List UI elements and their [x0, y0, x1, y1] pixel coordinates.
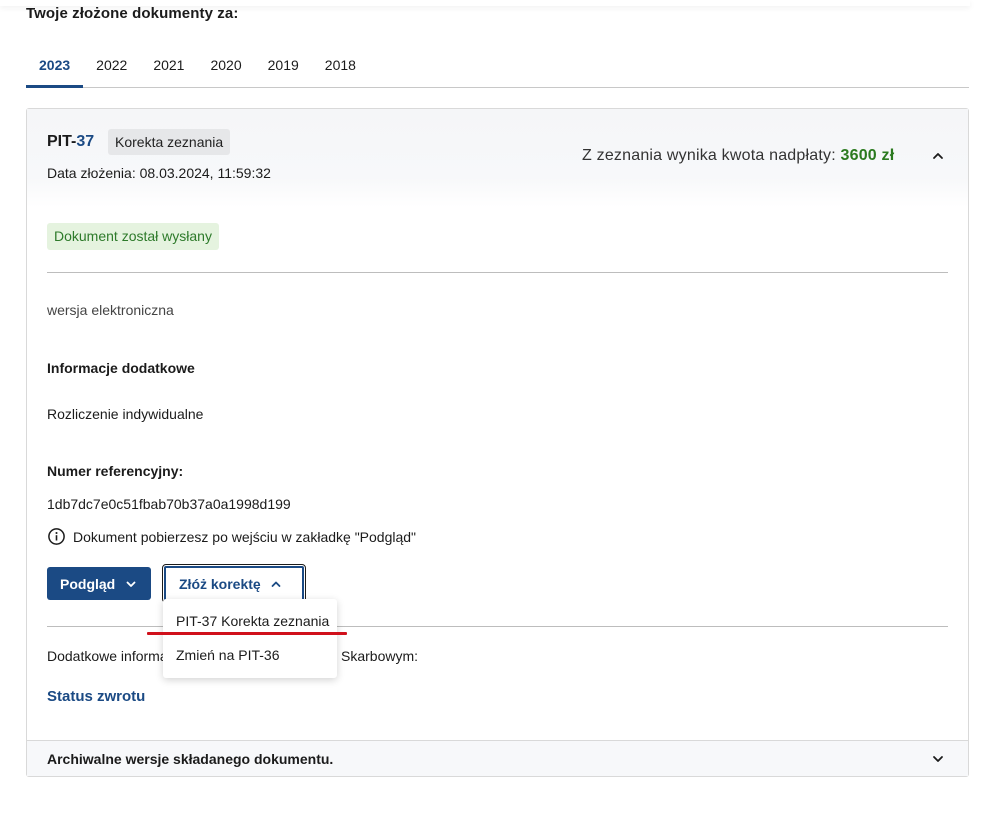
reference-number-label: Numer referencyjny:	[47, 463, 184, 479]
tab-2020[interactable]: 2020	[197, 44, 254, 87]
extra-info-start: Dodatkowe informa	[47, 648, 168, 664]
divider	[47, 272, 948, 273]
tab-2023[interactable]: 2023	[26, 44, 84, 88]
document-type-number: 37	[76, 133, 95, 150]
overpayment-amount: 3600 zł	[840, 147, 895, 164]
chevron-up-icon	[271, 581, 281, 587]
archive-versions-label: Archiwalne wersje składanego dokumentu.	[47, 751, 334, 767]
submit-correction-label: Złóż korektę	[179, 575, 261, 592]
preview-button-label: Podgląd	[60, 575, 116, 592]
tab-2021[interactable]: 2021	[140, 44, 197, 87]
highlight-underline	[147, 632, 347, 635]
download-hint: Dokument pobierzesz po wejściu w zakładk…	[73, 529, 417, 545]
document-version: wersja elektroniczna	[47, 302, 174, 318]
menu-item-pit37-correction[interactable]: PIT-37 Korekta zeznania	[176, 613, 329, 629]
document-type-prefix: PIT-	[47, 133, 77, 150]
archive-versions-accordion[interactable]: Archiwalne wersje składanego dokumentu.	[27, 740, 968, 776]
menu-item-change-to-pit36[interactable]: Zmień na PIT-36	[176, 647, 280, 663]
chevron-up-icon[interactable]	[929, 147, 947, 165]
refund-status-link[interactable]: Status zwrotu	[47, 688, 145, 705]
year-tabs: 2023 2022 2021 2020 2019 2018	[26, 44, 969, 88]
document-card-header[interactable]: PIT-37 Korekta zeznania Data złożenia: 0…	[27, 109, 968, 207]
status-badge: Dokument został wysłany	[47, 223, 219, 250]
correction-dropdown-menu: PIT-37 Korekta zeznania Zmień na PIT-36	[163, 599, 337, 678]
section-title: Twoje złożone dokumenty za:	[26, 5, 239, 22]
extra-info-text: Dodatkowe informa Skarbowym:	[47, 648, 418, 664]
chevron-down-icon	[933, 756, 943, 762]
info-circle-icon	[48, 528, 65, 545]
chevron-down-icon	[126, 581, 136, 587]
submission-date: Data złożenia: 08.03.2024, 11:59:32	[47, 165, 271, 181]
overpayment-text: Z zeznania wynika kwota nadpłaty:	[582, 147, 836, 164]
tab-2022[interactable]: 2022	[83, 44, 140, 87]
document-kind-badge: Korekta zeznania	[108, 129, 231, 155]
overpayment-summary: Z zeznania wynika kwota nadpłaty: 3600 z…	[582, 147, 894, 165]
additional-info-heading: Informacje dodatkowe	[47, 360, 195, 376]
preview-button[interactable]: Podgląd	[47, 567, 151, 600]
tab-2019[interactable]: 2019	[255, 44, 312, 87]
document-type: PIT-37	[47, 133, 94, 151]
submit-correction-button[interactable]: Złóż korektę	[162, 564, 306, 603]
reference-number-value: 1db7dc7e0c51fbab70b37a0a1998d199	[47, 496, 291, 512]
tab-2018[interactable]: 2018	[312, 44, 369, 87]
settlement-type: Rozliczenie indywidualne	[47, 406, 204, 422]
extra-info-end: Skarbowym:	[341, 648, 419, 664]
